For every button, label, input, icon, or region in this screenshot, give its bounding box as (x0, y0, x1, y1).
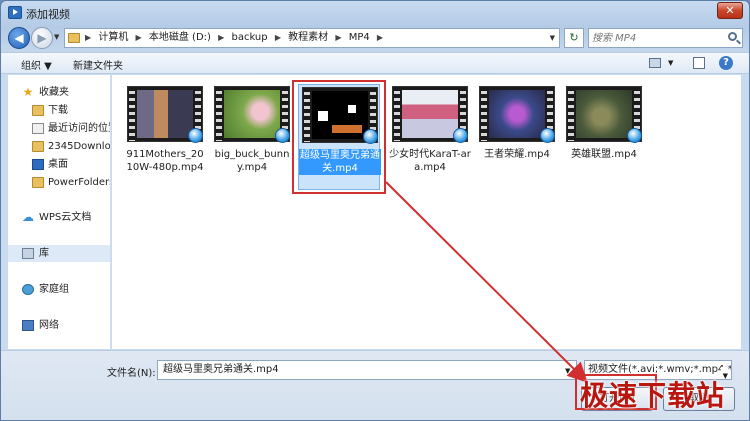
annotation-arrow (385, 181, 588, 383)
watermark-logo: 极速下载站 (580, 379, 726, 412)
arrow-line (385, 181, 588, 383)
